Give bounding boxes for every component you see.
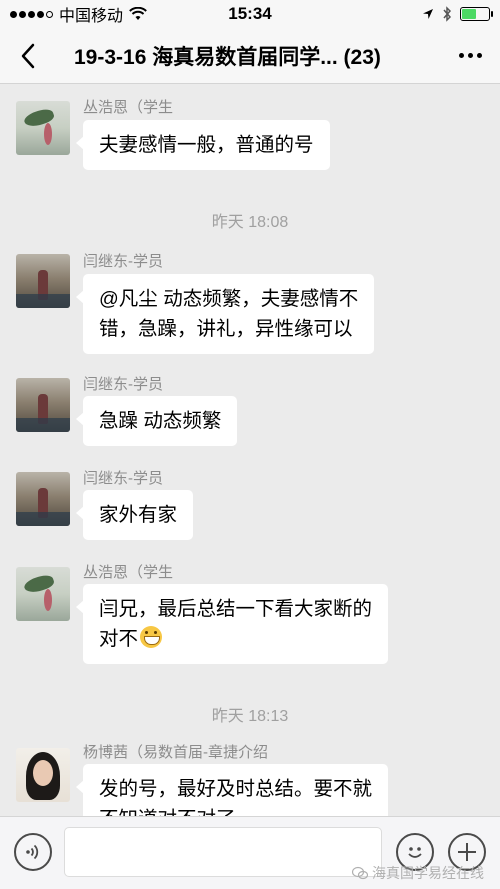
avatar[interactable] <box>16 748 70 802</box>
sender-name: 闫继东-学员 <box>83 376 163 393</box>
chat-area[interactable]: 丛浩恩（学生 夫妻感情一般，普通的号 昨天 18:08 闫继东-学员 @凡尘 动… <box>0 84 500 816</box>
sender-name: 闫继东-学员 <box>83 253 163 270</box>
watermark-text: 海真国学易经在线 <box>372 865 484 881</box>
avatar[interactable] <box>16 472 70 526</box>
message-text: 对不 <box>99 628 139 650</box>
location-arrow-icon <box>423 9 433 19</box>
message-bubble[interactable]: 夫妻感情一般，普通的号 <box>76 120 330 170</box>
status-right <box>422 6 493 22</box>
back-button[interactable] <box>0 28 56 84</box>
avatar[interactable] <box>16 254 70 308</box>
status-bar: 中国移动 15:34 <box>0 0 500 28</box>
avatar[interactable] <box>16 567 70 621</box>
input-bar: 海真国学易经在线 <box>0 816 500 889</box>
message-bubble[interactable]: 家外有家 <box>75 490 194 540</box>
message-text: 急躁 动态频繁 <box>99 410 222 432</box>
battery-icon <box>460 7 493 21</box>
message-bubble[interactable]: 急躁 动态频繁 <box>75 396 238 446</box>
battery-fill <box>462 9 477 19</box>
grinning-face-icon <box>140 626 163 648</box>
carrier-label: 中国移动 <box>59 8 124 25</box>
message-text: 家外有家 <box>99 504 178 526</box>
message-text: 错，急躁，讲礼，异性缘可以 <box>99 318 353 340</box>
message-text: @凡尘 动态频繁，夫妻感情不 <box>99 288 359 310</box>
voice-icon <box>26 844 39 860</box>
message-bubble[interactable]: @凡尘 动态频繁，夫妻感情不 错，急躁，讲礼，异性缘可以 <box>75 274 375 354</box>
timestamp: 昨天 18:13 <box>211 708 289 725</box>
avatar[interactable] <box>16 101 70 155</box>
avatar[interactable] <box>16 378 70 432</box>
chevron-left-icon <box>21 43 35 68</box>
emoji-icon <box>408 847 422 858</box>
message-text: 不知道对不对了 <box>99 804 372 816</box>
signal-strength-icon <box>10 10 53 18</box>
message-input[interactable] <box>64 827 382 877</box>
message-text: 发的号，最好及时总结。要不就 <box>99 778 373 800</box>
wifi-icon <box>129 7 147 20</box>
status-left: 中国移动 <box>10 2 147 26</box>
voice-button[interactable] <box>14 833 52 871</box>
bluetooth-icon <box>443 6 452 22</box>
status-time: 15:34 <box>228 4 272 23</box>
more-dots-icon <box>458 53 464 58</box>
sender-name: 丛浩恩（学生 <box>83 564 174 581</box>
message-bubble[interactable]: 发的号，最好及时总结。要不就 不知道对不对了 <box>75 764 389 816</box>
timestamp: 昨天 18:08 <box>211 214 289 231</box>
more-button[interactable] <box>440 28 500 84</box>
watermark: 海真国学易经在线 <box>352 863 484 883</box>
nav-bar: 19-3-16 海真易数首届同学... (23) <box>0 28 500 84</box>
message-text: 夫妻感情一般，普通的号 <box>99 134 314 156</box>
message-bubble[interactable]: 闫兄，最后总结一下看大家断的 对不 <box>75 584 389 664</box>
sender-name: 闫继东-学员 <box>83 470 163 487</box>
message-text: 闫兄，最后总结一下看大家断的 <box>99 598 373 620</box>
sender-name: 丛浩恩（学生 <box>83 99 174 116</box>
plus-icon <box>458 843 476 861</box>
sender-name: 杨博茜（易数首届-章捷介绍 <box>83 744 268 761</box>
chat-title: 19-3-16 海真易数首届同学... (23) <box>74 45 381 69</box>
wechat-logo-icon <box>352 866 368 880</box>
